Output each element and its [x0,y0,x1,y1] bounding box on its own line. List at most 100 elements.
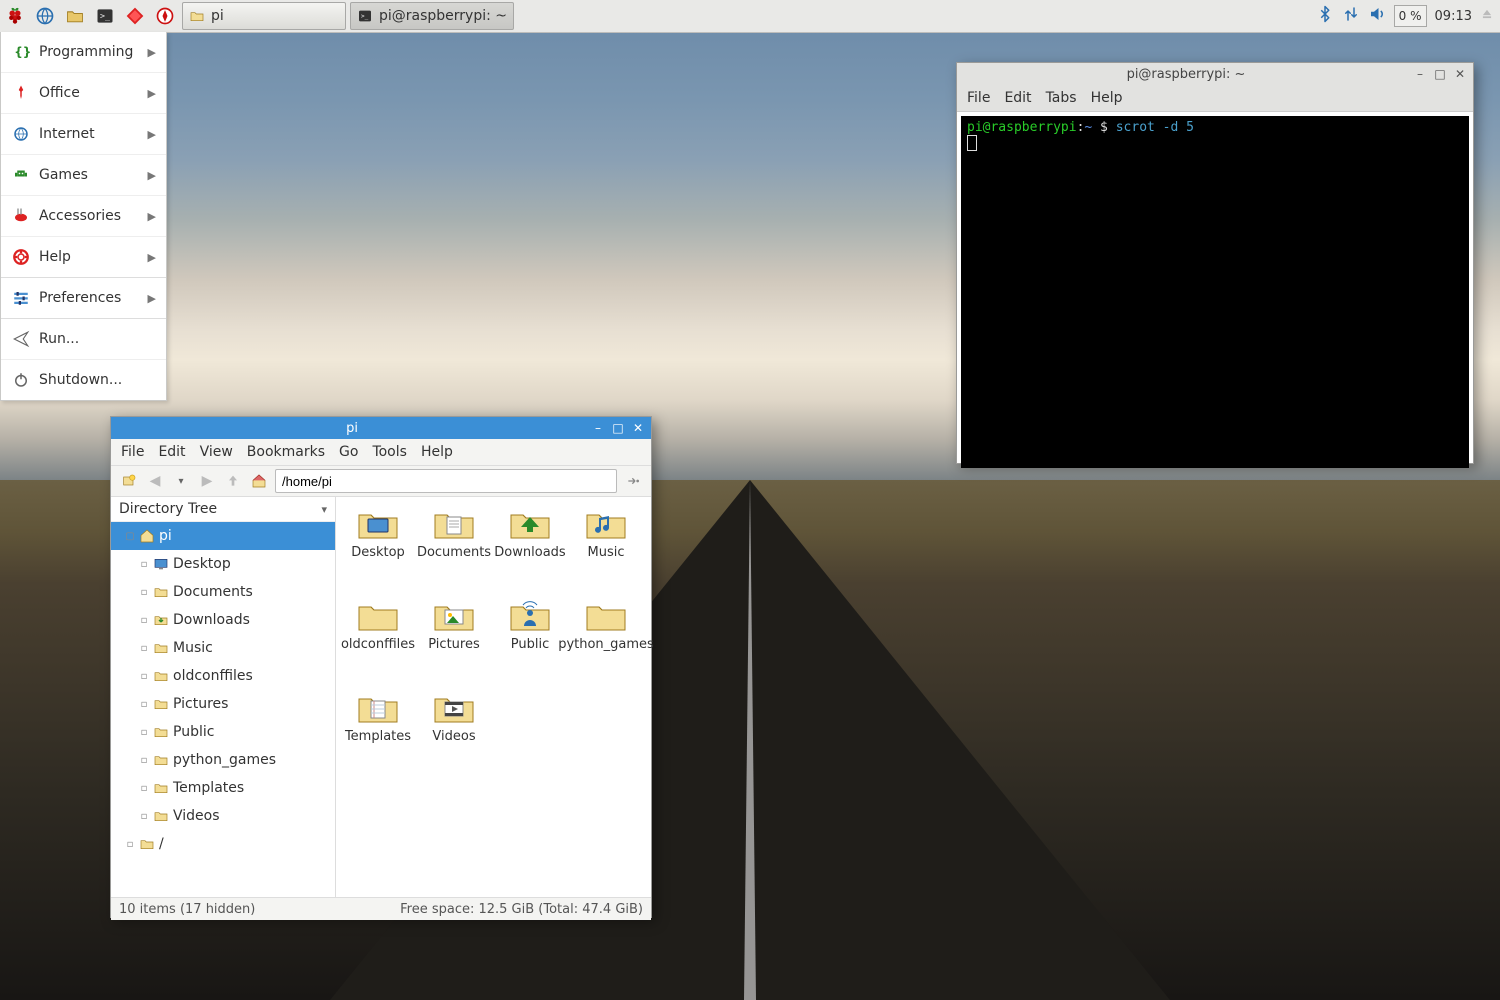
terminal-screen[interactable]: pi@raspberrypi:~ $ scrot -d 5 [961,116,1469,468]
chevron-right-icon: ▶ [148,128,156,141]
menu-item-programming[interactable]: {}Programming▶ [1,32,166,73]
expand-icon[interactable]: ▫ [139,755,149,766]
sliders-icon [11,288,31,308]
expand-icon[interactable]: ▫ [139,727,149,738]
folder-item-music[interactable]: Music [568,507,644,593]
folder-icon-view[interactable]: DesktopDocumentsDownloadsMusic oldconffil… [336,497,651,897]
tree-item-documents[interactable]: ▫Documents [111,578,335,606]
fm-menu-go[interactable]: Go [339,444,358,460]
fm-menu-view[interactable]: View [200,444,233,460]
folder-item-oldconffiles[interactable]: oldconffiles [340,599,416,685]
fm-menu-bookmarks[interactable]: Bookmarks [247,444,325,460]
term-menu-file[interactable]: File [967,90,990,106]
svg-text:{}: {} [14,45,30,59]
power-icon [11,370,31,390]
fm-menu-file[interactable]: File [121,444,144,460]
clock[interactable]: 09:13 [1435,9,1472,24]
tree-item-music[interactable]: ▫Music [111,634,335,662]
terminal-launcher-icon[interactable]: >_ [92,3,118,29]
folder-label: Documents [417,545,491,560]
menu-item-shutdown-[interactable]: Shutdown... [1,360,166,400]
menu-item-preferences[interactable]: Preferences▶ [1,278,166,318]
folder-item-desktop[interactable]: Desktop [340,507,416,593]
tree-item-root[interactable]: ▫ / [111,830,335,858]
nav-history-button[interactable]: ▾ [171,471,191,491]
taskbar-button-terminal[interactable]: >_ pi@raspberrypi: ~ [350,2,514,30]
globe-icon [11,124,31,144]
folder-item-documents[interactable]: Documents [416,507,492,593]
taskbar-button-file-manager[interactable]: pi [182,2,346,30]
tree-item-desktop[interactable]: ▫Desktop [111,550,335,578]
expand-icon[interactable]: ▫ [139,615,149,626]
tree-item-oldconffiles[interactable]: ▫oldconffiles [111,662,335,690]
expand-icon[interactable]: ▫ [139,783,149,794]
folder-item-downloads[interactable]: Downloads [492,507,568,593]
terminal-titlebar[interactable]: pi@raspberrypi: ~ – □ ✕ [957,63,1473,85]
maximize-button[interactable]: □ [1431,66,1449,82]
expand-icon[interactable]: ▫ [139,587,149,598]
minimize-button[interactable]: – [1411,66,1429,82]
term-menu-help[interactable]: Help [1091,90,1123,106]
folder-label: Public [511,637,549,652]
term-menu-tabs[interactable]: Tabs [1046,90,1077,106]
expand-icon[interactable]: ▫ [139,643,149,654]
eject-icon[interactable] [1480,7,1494,25]
menu-item-accessories[interactable]: Accessories▶ [1,196,166,237]
tree-item-public[interactable]: ▫Public [111,718,335,746]
home-folder-icon [139,528,155,544]
nav-forward-button[interactable]: ▶ [197,471,217,491]
wolfram-icon[interactable] [152,3,178,29]
menu-item-label: Games [39,167,88,183]
folder-item-public[interactable]: Public [492,599,568,685]
expand-icon[interactable]: ▫ [139,559,149,570]
expand-icon[interactable]: ▫ [139,699,149,710]
close-button[interactable]: ✕ [1451,66,1469,82]
nav-up-button[interactable] [223,471,243,491]
file-manager-launcher-icon[interactable] [62,3,88,29]
mathematica-icon[interactable] [122,3,148,29]
expand-icon[interactable]: ▫ [139,811,149,822]
tree-item-videos[interactable]: ▫Videos [111,802,335,830]
tree-item-pictures[interactable]: ▫Pictures [111,690,335,718]
file-manager-titlebar[interactable]: pi – □ ✕ [111,417,651,439]
folder-item-templates[interactable]: Templates [340,691,416,777]
menu-item-help[interactable]: Help▶ [1,237,166,277]
fm-menu-tools[interactable]: Tools [372,444,407,460]
network-icon[interactable] [1342,5,1360,27]
raspberry-menu-icon[interactable] [2,3,28,29]
minimize-button[interactable]: – [589,420,607,436]
menu-item-run-[interactable]: Run... [1,319,166,360]
maximize-button[interactable]: □ [609,420,627,436]
term-menu-edit[interactable]: Edit [1004,90,1031,106]
collapse-icon[interactable]: ▢ [125,531,135,542]
swiss-icon [11,206,31,226]
nav-back-button[interactable]: ◀ [145,471,165,491]
tree-item-home[interactable]: ▢ pi [111,522,335,550]
volume-icon[interactable] [1368,5,1386,27]
tree-item-templates[interactable]: ▫Templates [111,774,335,802]
tree-item-python_games[interactable]: ▫python_games [111,746,335,774]
tree-item-downloads[interactable]: ▫Downloads [111,606,335,634]
path-input[interactable] [275,469,617,493]
desktop[interactable]: >_ pi >_ pi@raspberrypi: ~ [0,0,1500,1000]
nav-home-button[interactable] [249,471,269,491]
web-browser-icon[interactable] [32,3,58,29]
prompt-user: pi@raspberrypi [967,120,1077,135]
new-tab-button[interactable] [119,471,139,491]
menu-item-games[interactable]: Games▶ [1,155,166,196]
folder-item-pictures[interactable]: Pictures [416,599,492,685]
expand-icon[interactable]: ▫ [125,839,135,850]
directory-tree-header[interactable]: Directory Tree ▾ [111,497,335,522]
menu-item-internet[interactable]: Internet▶ [1,114,166,155]
fm-menu-help[interactable]: Help [421,444,453,460]
folder-item-videos[interactable]: Videos [416,691,492,777]
fm-menu-edit[interactable]: Edit [158,444,185,460]
folder-item-python_games[interactable]: python_games [568,599,644,685]
cpu-usage[interactable]: 0 % [1394,5,1427,27]
close-button[interactable]: ✕ [629,420,647,436]
path-go-button[interactable] [623,471,643,491]
menu-item-office[interactable]: Office▶ [1,73,166,114]
terminal-window: pi@raspberrypi: ~ – □ ✕ File Edit Tabs Help… [956,62,1474,464]
bluetooth-icon[interactable] [1316,5,1334,27]
expand-icon[interactable]: ▫ [139,671,149,682]
